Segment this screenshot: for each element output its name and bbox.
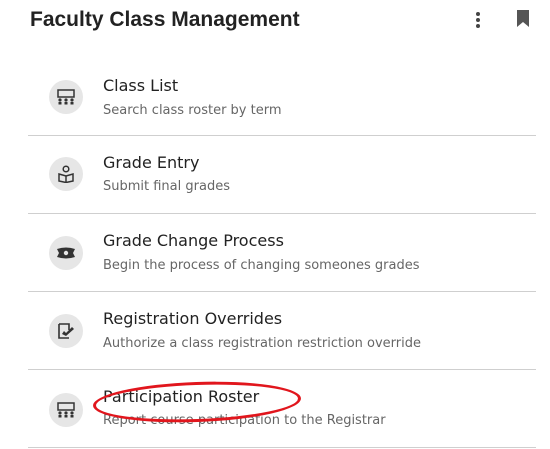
menu-item-subtitle: Authorize a class registration restricti… <box>103 336 422 351</box>
menu-item-participation-roster[interactable]: Participation Roster Report course parti… <box>28 370 536 448</box>
menu-item-title: Grade Change Process <box>103 231 284 250</box>
menu-item-subtitle: Submit final grades <box>103 179 230 194</box>
faculty-class-management-panel: Faculty Class Management Class List Sear… <box>0 0 550 449</box>
menu-item-subtitle: Search class roster by term <box>103 103 282 118</box>
override-icon <box>49 314 83 348</box>
menu-item-title: Participation Roster <box>103 387 260 406</box>
menu-item-title: Registration Overrides <box>103 309 283 328</box>
menu-item-grade-entry[interactable]: Grade Entry Submit final grades <box>28 136 536 214</box>
menu-item-class-list[interactable]: Class List Search class roster by term <box>28 58 536 136</box>
menu-item-title: Grade Entry <box>103 153 200 172</box>
grade-entry-icon <box>49 157 83 191</box>
panel-header: Faculty Class Management <box>0 0 550 50</box>
menu-item-subtitle: Begin the process of changing someones g… <box>103 258 420 273</box>
menu-item-title: Class List <box>103 76 179 95</box>
menu-item-subtitle: Report course participation to the Regis… <box>103 413 386 428</box>
menu-list: Class List Search class roster by term G… <box>28 58 536 448</box>
class-roster-icon <box>49 80 83 114</box>
panel-title: Faculty Class Management <box>30 8 300 31</box>
bookmark-icon[interactable] <box>516 9 532 31</box>
participation-roster-icon <box>49 393 83 427</box>
grade-change-icon <box>49 236 83 270</box>
kebab-menu-icon[interactable] <box>468 9 488 31</box>
menu-item-grade-change-process[interactable]: Grade Change Process Begin the process o… <box>28 214 536 292</box>
menu-item-registration-overrides[interactable]: Registration Overrides Authorize a class… <box>28 292 536 370</box>
